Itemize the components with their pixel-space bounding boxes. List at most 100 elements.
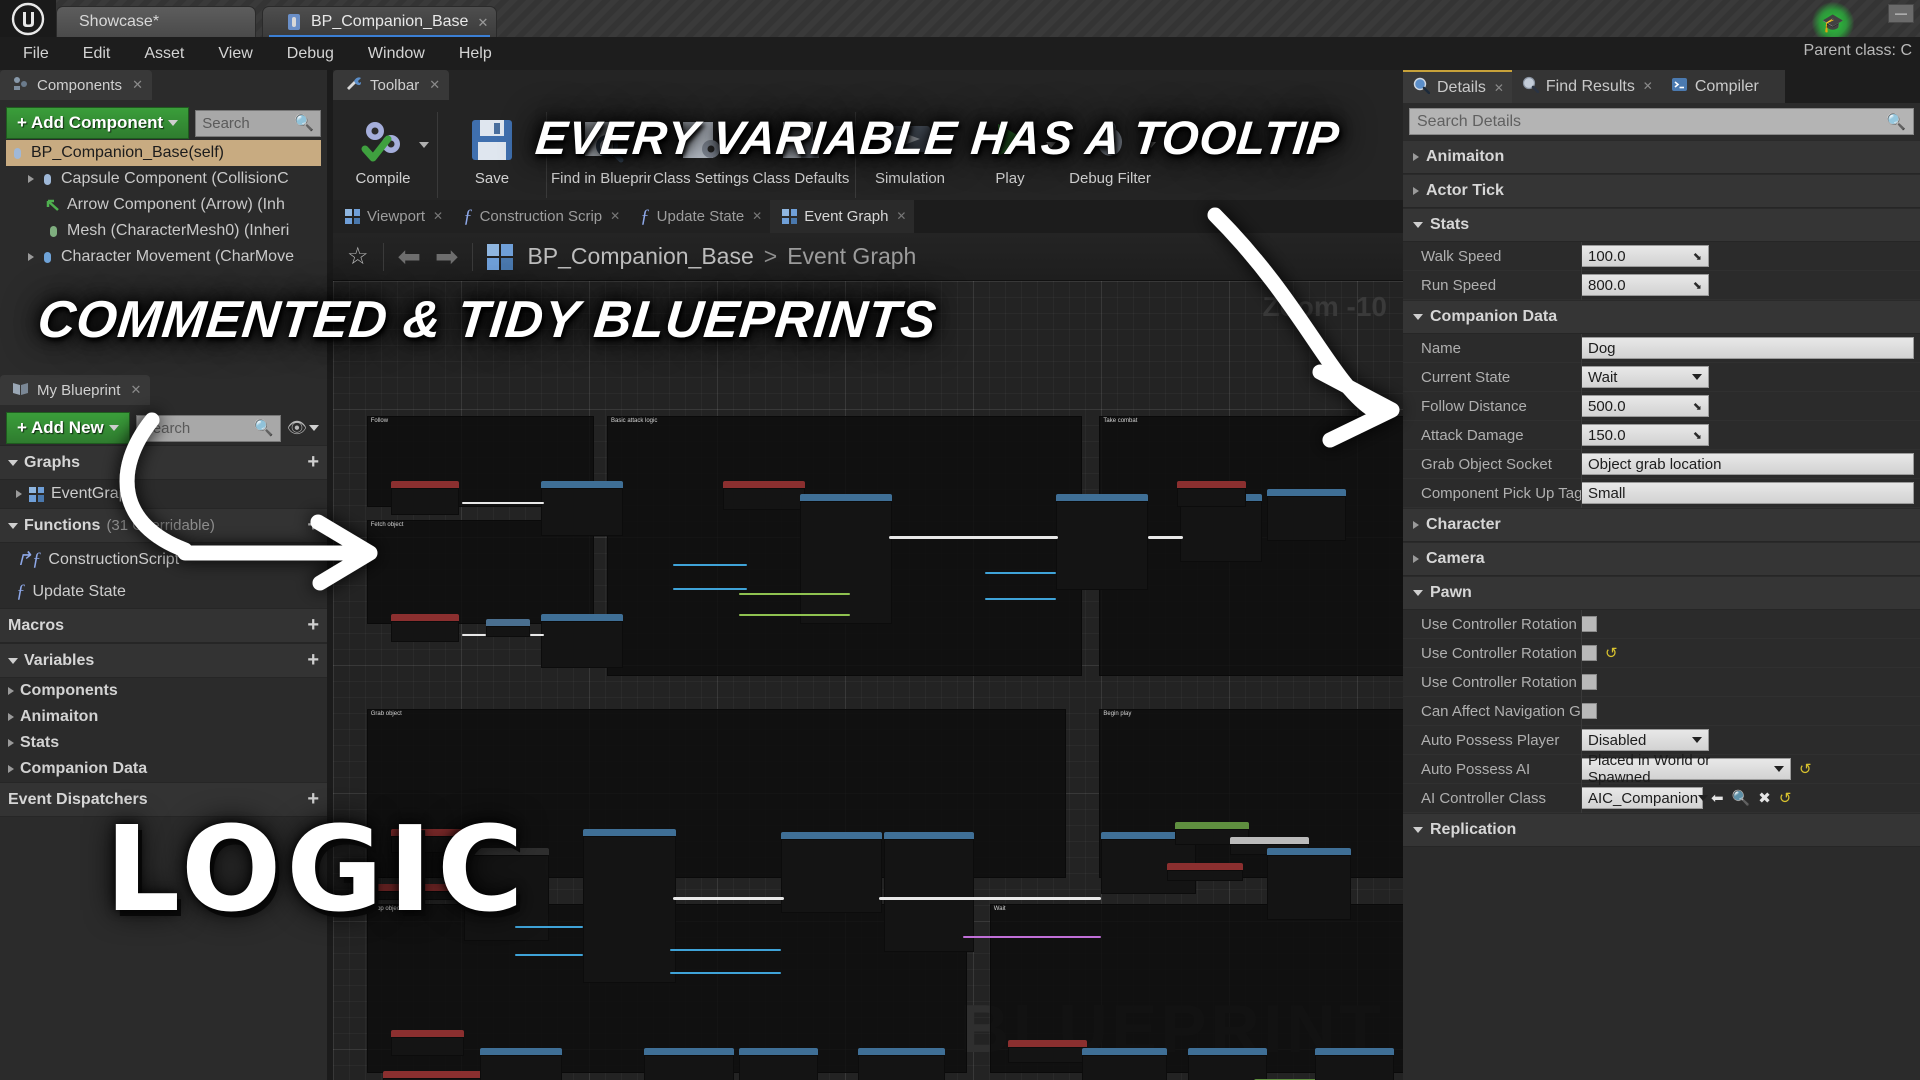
checkbox[interactable]	[1581, 616, 1597, 632]
dropdown-select[interactable]: Placed in World or Spawned	[1581, 752, 1791, 786]
breadcrumb-root[interactable]: BP_Companion_Base	[527, 243, 753, 270]
reset-to-default-icon[interactable]: ↺	[1605, 644, 1618, 662]
menu-item-window[interactable]: Window	[353, 41, 440, 67]
tab-toolbar[interactable]: Toolbar ✕	[333, 70, 450, 100]
chevron-down-icon[interactable]	[1146, 142, 1156, 148]
add-button[interactable]: +	[307, 451, 319, 474]
graph-node[interactable]	[1082, 1047, 1167, 1080]
graph-node[interactable]	[390, 829, 470, 853]
number-input[interactable]: 150.0 ⬊	[1581, 424, 1709, 446]
search-details-input[interactable]: Search Details 🔍	[1409, 108, 1914, 135]
graph-tab-viewport[interactable]: Viewport ✕	[333, 200, 452, 233]
graph-node[interactable]	[799, 494, 893, 624]
my-blueprint-function-item[interactable]: ƒ Update State	[0, 576, 327, 608]
menu-item-debug[interactable]: Debug	[272, 41, 349, 67]
toolbar-button-class-defaults[interactable]: Class Defaults	[751, 106, 851, 206]
my-blueprint-section-functions[interactable]: Functions (31 Overridable) +	[0, 508, 327, 543]
add-button[interactable]: +	[307, 788, 319, 811]
checkbox[interactable]	[1581, 703, 1597, 719]
variable-category[interactable]: Stats	[0, 730, 327, 756]
tab-my-blueprint[interactable]: My Blueprint ✕	[0, 375, 151, 405]
my-blueprint-section-event-dispatchers[interactable]: Event Dispatchers +	[0, 782, 327, 817]
asset-picker[interactable]: AIC_Companion	[1581, 787, 1709, 809]
component-tree-row[interactable]: Arrow Component (Arrow) (Inh	[6, 192, 321, 218]
details-category-replication[interactable]: Replication	[1403, 813, 1920, 847]
my-blueprint-section-macros[interactable]: Macros +	[0, 608, 327, 643]
my-blueprint-section-variables[interactable]: Variables +	[0, 643, 327, 678]
details-category-stats[interactable]: Stats	[1403, 208, 1920, 242]
details-category-pawn[interactable]: Pawn	[1403, 576, 1920, 610]
text-input[interactable]: Small	[1581, 482, 1914, 504]
expander-icon[interactable]	[16, 490, 22, 498]
graph-node[interactable]	[739, 1047, 819, 1080]
graph-tab-construction-scrip[interactable]: ƒ Construction Scrip ✕	[451, 200, 629, 233]
graph-node[interactable]	[541, 481, 623, 536]
add-button[interactable]: +	[307, 649, 319, 672]
expander-icon[interactable]	[1413, 222, 1423, 228]
expander-icon[interactable]	[1413, 314, 1423, 320]
checkbox[interactable]	[1581, 645, 1597, 661]
expander-icon[interactable]	[28, 175, 34, 183]
graph-comment-box[interactable]: Fetch object	[366, 520, 594, 624]
clear-x-icon[interactable]: ✖	[1758, 789, 1771, 807]
close-icon[interactable]: ✕	[132, 77, 143, 93]
back-arrow-icon[interactable]: ⬅	[398, 240, 421, 273]
graph-node[interactable]	[1177, 481, 1246, 507]
add-new-button[interactable]: + Add New	[6, 412, 130, 444]
expander-icon[interactable]	[8, 713, 14, 721]
graph-node[interactable]	[1166, 863, 1244, 882]
spinner-icon[interactable]: ⬊	[1693, 400, 1702, 413]
text-input[interactable]: Dog	[1581, 337, 1914, 359]
close-icon[interactable]: ✕	[896, 209, 906, 223]
menu-item-edit[interactable]: Edit	[68, 41, 126, 67]
variable-category[interactable]: Companion Data	[0, 756, 327, 782]
tab-components[interactable]: Components ✕	[0, 70, 153, 100]
graph-node[interactable]	[382, 1071, 497, 1080]
graph-canvas[interactable]: Zoom -10 BLUEPRINT FollowBasic attack lo…	[333, 281, 1403, 1080]
graph-node[interactable]	[390, 481, 460, 515]
number-input[interactable]: 500.0 ⬊	[1581, 395, 1709, 417]
graph-node[interactable]	[480, 1047, 563, 1080]
graph-node[interactable]	[1055, 494, 1149, 591]
details-column-splitter[interactable]	[1581, 242, 1582, 300]
chevron-down-icon[interactable]	[419, 142, 429, 148]
details-category-actor-tick[interactable]: Actor Tick	[1403, 174, 1920, 208]
menu-item-file[interactable]: File	[8, 41, 64, 67]
menu-item-help[interactable]: Help	[444, 41, 507, 67]
menu-item-view[interactable]: View	[203, 41, 267, 67]
number-input[interactable]: 100.0 ⬊	[1581, 245, 1709, 267]
variable-category[interactable]: Components	[0, 678, 327, 704]
close-icon[interactable]: ✕	[429, 77, 440, 93]
expander-icon[interactable]	[8, 459, 18, 466]
expander-icon[interactable]	[1413, 521, 1419, 529]
menu-item-asset[interactable]: Asset	[129, 41, 199, 67]
graph-node[interactable]	[1267, 488, 1347, 541]
components-search-input[interactable]: Search 🔍	[195, 109, 321, 137]
close-icon[interactable]: ✕	[130, 382, 141, 398]
number-input[interactable]: 800.0 ⬊	[1581, 274, 1709, 296]
forward-arrow-icon[interactable]: ➡	[435, 240, 458, 273]
favorite-star-icon[interactable]: ☆	[347, 242, 369, 271]
reset-to-default-icon[interactable]: ↺	[1779, 789, 1792, 807]
graph-node[interactable]	[541, 613, 623, 669]
toolbar-button-save[interactable]: Save	[442, 106, 542, 206]
toolbar-button-find-in-blueprints[interactable]: Find in Blueprints	[551, 106, 651, 206]
expander-icon[interactable]	[1413, 153, 1419, 161]
details-category-animaiton[interactable]: Animaiton	[1403, 140, 1920, 174]
details-tab-find-results[interactable]: Find Results ✕	[1511, 70, 1661, 103]
expander-icon[interactable]	[1413, 590, 1423, 596]
expander-icon[interactable]	[8, 687, 14, 695]
graph-node[interactable]	[857, 1047, 945, 1080]
graph-node[interactable]	[643, 1047, 734, 1080]
spinner-icon[interactable]: ⬊	[1693, 429, 1702, 442]
toolbar-button-compile[interactable]: Compile	[333, 106, 433, 206]
browse-search-icon[interactable]: 🔍	[1732, 789, 1751, 807]
toolbar-button-simulation[interactable]: Simulation	[860, 106, 960, 206]
add-button[interactable]: +	[307, 514, 319, 537]
toolbar-button-class-settings[interactable]: Class Settings	[651, 106, 751, 206]
close-icon[interactable]: ✕	[1494, 81, 1504, 95]
close-icon[interactable]: ✕	[1643, 79, 1653, 93]
graph-node[interactable]	[1267, 847, 1352, 921]
dropdown-select[interactable]: Wait	[1581, 366, 1709, 388]
close-icon[interactable]: ✕	[433, 209, 443, 223]
